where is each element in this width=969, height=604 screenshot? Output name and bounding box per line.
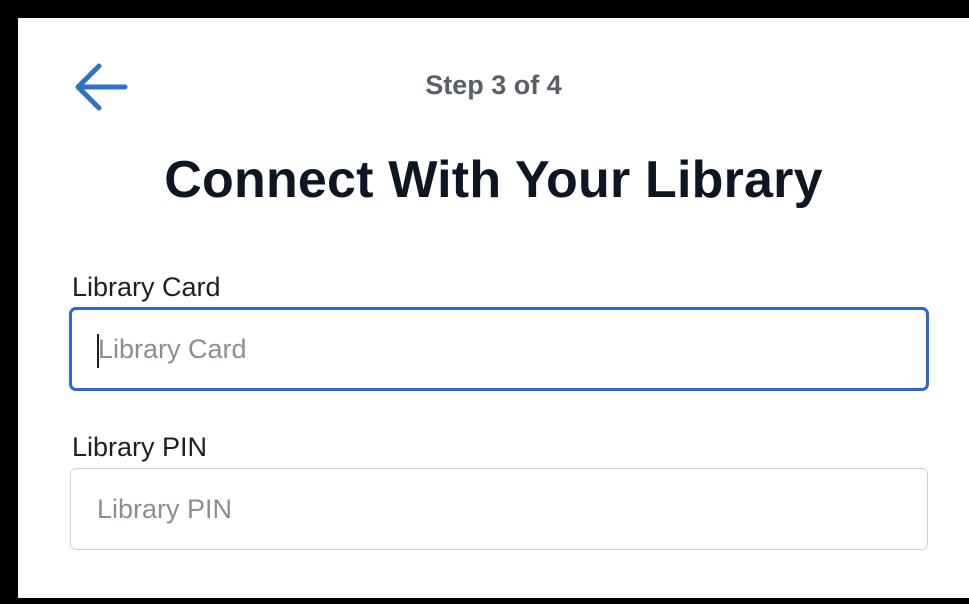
page-title: Connect With Your Library xyxy=(164,151,823,209)
library-pin-label: Library PIN xyxy=(72,432,208,462)
library-pin-input[interactable] xyxy=(70,468,928,550)
step-indicator: Step 3 of 4 xyxy=(425,70,562,100)
window-frame: Step 3 of 4 Connect With Your Library Li… xyxy=(0,0,969,604)
library-card-label: Library Card xyxy=(72,272,221,302)
signup-panel: Step 3 of 4 Connect With Your Library Li… xyxy=(18,18,969,598)
library-card-input[interactable] xyxy=(70,308,928,390)
text-caret xyxy=(97,334,99,368)
